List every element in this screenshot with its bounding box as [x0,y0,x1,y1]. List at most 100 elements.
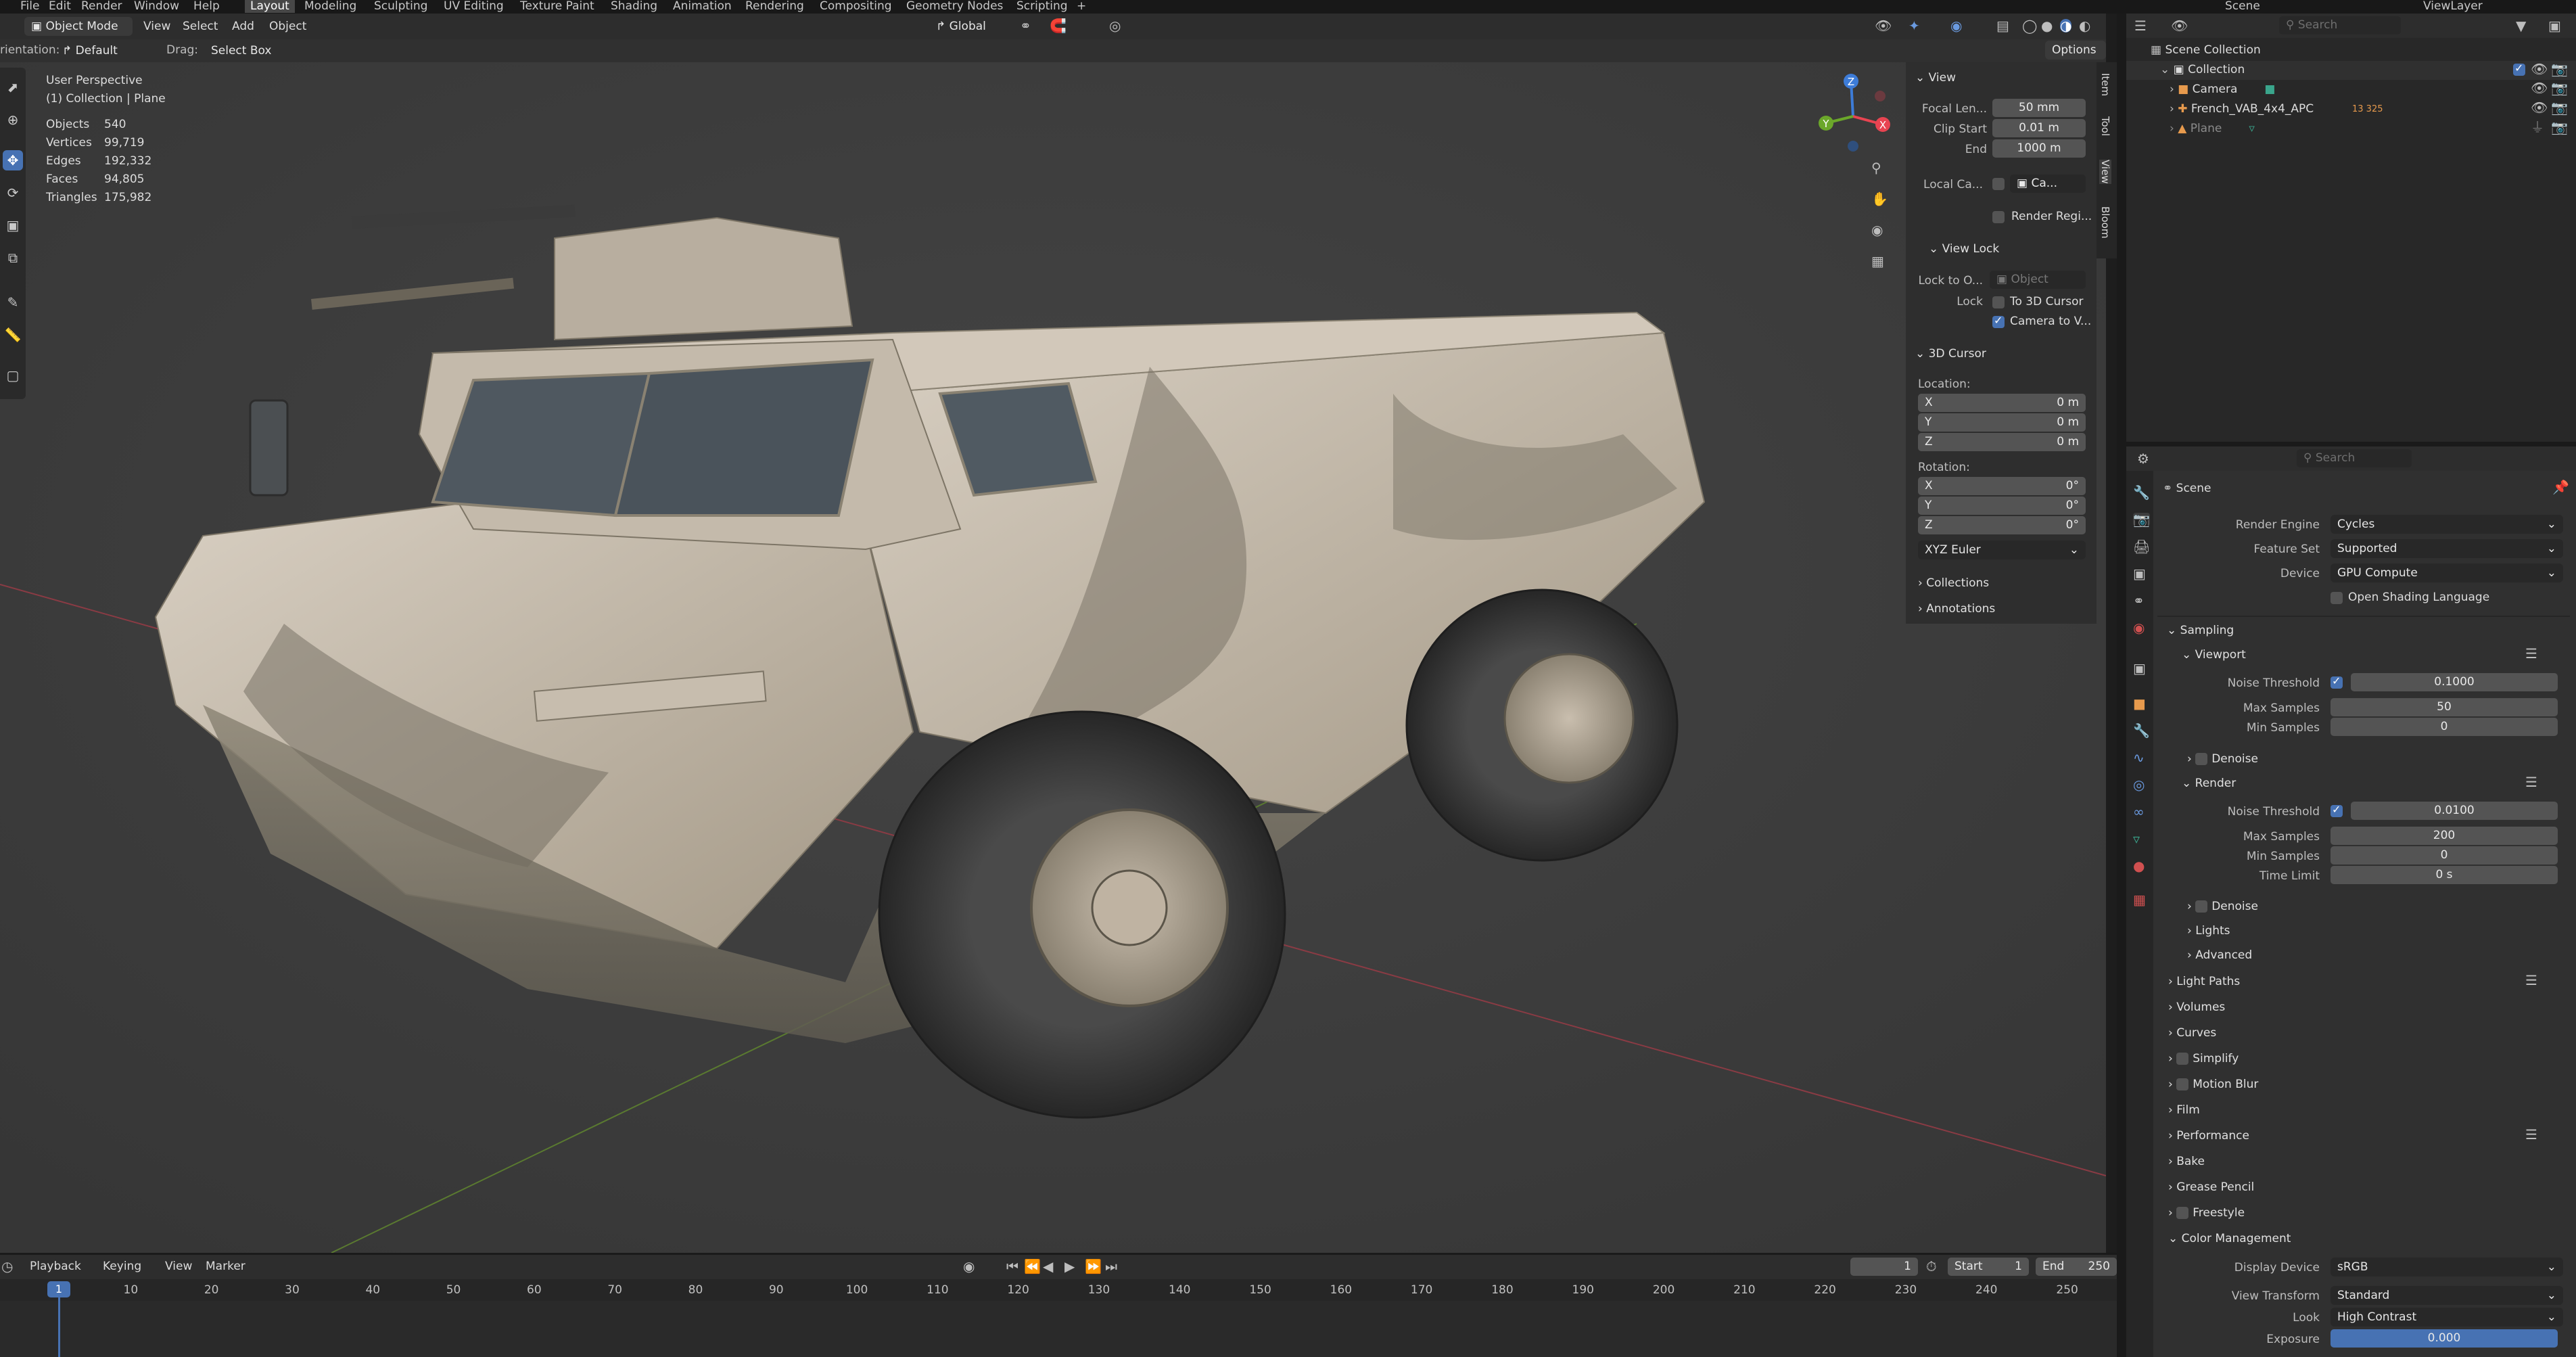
cursor-rotation-y[interactable]: Y 0° [1918,497,2086,515]
presets-list-icon[interactable]: ☰ [2525,647,2537,660]
sidebar-tab-bloom[interactable]: Bloom [2099,206,2111,238]
local-camera-checkbox[interactable] [1992,178,2005,190]
constraints-tab-icon[interactable]: ∞ [2133,805,2145,819]
move-tool-icon[interactable]: ✥ [3,150,23,170]
time-limit-field[interactable]: 0 s [2331,866,2558,884]
pin-icon[interactable]: 📌 [2552,480,2569,494]
tab-uv-editing[interactable]: UV Editing [444,0,504,13]
tab-sculpting[interactable]: Sculpting [374,0,427,13]
apc-render-icon[interactable]: 📷 [2551,101,2568,114]
device-dropdown[interactable]: GPU Compute ⌄ [2331,564,2563,582]
simplify-checkbox[interactable] [2176,1053,2189,1065]
cursor-rotation-z[interactable]: Z 0° [1918,516,2086,534]
tab-modeling[interactable]: Modeling [304,0,356,13]
rotation-mode-dropdown[interactable]: XYZ Euler ⌄ [1918,540,2086,559]
tab-geometry-nodes[interactable]: Geometry Nodes [906,0,1003,13]
motion-blur-checkbox[interactable] [2176,1078,2189,1090]
collection-exclude-checkbox[interactable] [2513,62,2525,76]
color-management-panel-header[interactable]: ⌄ Color Management [2168,1232,2291,1245]
volumes-panel-header[interactable]: › Volumes [2168,1001,2225,1014]
pan-hand-icon[interactable]: ✋ [1871,192,1888,206]
modifier-tab-icon[interactable]: 🔧 [2133,724,2150,737]
prev-keyframe-icon[interactable]: ⏪ [1024,1260,1041,1273]
plane-render-icon[interactable]: 📷 [2551,120,2568,134]
grease-pencil-panel-header[interactable]: › Grease Pencil [2168,1180,2254,1194]
motion-blur-panel-header[interactable]: › Motion Blur [2168,1078,2258,1091]
current-frame-field[interactable]: 1 [1850,1258,1918,1276]
presets-list-icon[interactable]: ☰ [2525,775,2537,789]
outliner-item-plane[interactable]: › ▲ Plane ▿ [2170,122,2255,135]
osl-checkbox[interactable] [2331,592,2343,604]
scene-selector[interactable]: Scene [2225,0,2260,13]
menu-window[interactable]: Window [134,0,179,13]
filter-icon[interactable]: ▼ [2516,19,2526,32]
preview-range-icon[interactable]: ⏱ [1926,1260,1937,1273]
vp-noise-threshold-checkbox[interactable] [2331,674,2343,689]
cursor-location-y[interactable]: Y 0 m [1918,413,2086,432]
play-reverse-icon[interactable]: ◀ [1043,1260,1053,1273]
render-subpanel-header[interactable]: ⌄ Render [2182,777,2236,790]
select-tool-icon[interactable]: ⬈ [3,77,23,97]
cursor-location-x[interactable]: X 0 m [1918,394,2086,412]
r-denoise-checkbox[interactable] [2195,900,2208,913]
cursor-panel-header[interactable]: ⌄ 3D Cursor [1915,347,1986,361]
play-icon[interactable]: ▶ [1064,1260,1075,1273]
add-cube-tool-icon[interactable]: ▢ [3,365,23,386]
camera-to-view-checkbox[interactable] [1992,314,2005,328]
bake-panel-header[interactable]: › Bake [2168,1155,2205,1168]
viewport-menu-object[interactable]: Object [269,20,306,33]
r-noise-threshold-field[interactable]: 0.0100 [2351,802,2558,820]
advanced-subpanel-header[interactable]: › Advanced [2187,948,2252,962]
texture-tab-icon[interactable]: ▦ [2133,893,2146,906]
zoom-icon[interactable]: ⚲ [1871,161,1881,175]
cursor-rotation-x[interactable]: X 0° [1918,477,2086,495]
clip-start-field[interactable]: 0.01 m [1992,119,2086,137]
scale-tool-icon[interactable]: ▣ [3,215,23,235]
vp-noise-threshold-field[interactable]: 0.1000 [2351,673,2558,691]
viewport-menu-view[interactable]: View [143,20,170,33]
feature-set-dropdown[interactable]: Supported ⌄ [2331,539,2563,558]
world-tab-icon[interactable]: ◉ [2133,621,2145,635]
look-dropdown[interactable]: High Contrast ⌄ [2331,1308,2563,1327]
gizmo-toggle-icon[interactable]: ✦ [1908,19,1920,32]
focal-length-field[interactable]: 50 mm [1992,99,2086,117]
freestyle-panel-header[interactable]: › Freestyle [2168,1206,2245,1220]
timeline-menu-view[interactable]: View [165,1260,192,1273]
orientation-default-dropdown[interactable]: ↱ Default [55,41,157,60]
tab-shading[interactable]: Shading [611,0,657,13]
particles-tab-icon[interactable]: ∿ [2133,751,2145,764]
menu-edit[interactable]: Edit [49,0,71,13]
lock-to-cursor-checkbox[interactable] [1992,296,2005,308]
outliner-editor-icon[interactable]: ☰ [2134,19,2147,32]
material-tab-icon[interactable]: ● [2133,859,2145,873]
gizmo-neg-z-icon[interactable] [1848,141,1858,152]
scene-tab-icon[interactable]: ⚭ [2133,594,2145,607]
display-device-dropdown[interactable]: sRGB ⌄ [2331,1258,2563,1276]
shading-rendered-icon[interactable]: ◐ [2079,19,2090,32]
navigation-gizmo[interactable]: Z X Y [1812,69,1894,157]
view-panel-header[interactable]: ⌄ View [1915,71,1956,85]
properties-editor-icon[interactable]: ⚙ [2137,452,2149,465]
sidebar-tab-view[interactable]: View [2099,160,2111,184]
add-workspace-button[interactable]: + [1077,0,1086,13]
gizmo-neg-x-icon[interactable] [1875,91,1886,101]
vp-denoise-checkbox[interactable] [2195,753,2208,765]
view-lock-header[interactable]: ⌄ View Lock [1929,242,1999,256]
light-paths-panel-header[interactable]: › Light Paths [2168,975,2240,988]
vp-max-samples-field[interactable]: 50 [2331,698,2558,716]
tab-animation[interactable]: Animation [673,0,732,13]
tab-rendering[interactable]: Rendering [745,0,804,13]
presets-list-icon[interactable]: ☰ [2525,1128,2537,1141]
snap-icon[interactable]: 🧲 [1050,19,1067,32]
end-frame-field[interactable]: End 250 [2036,1258,2117,1276]
3d-viewport[interactable]: User Perspective (1) Collection | Plane … [0,15,2106,1253]
sampling-panel-header[interactable]: ⌄ Sampling [2167,624,2234,637]
r-denoise-subpanel-header[interactable]: › Denoise [2187,900,2258,913]
cursor-location-z[interactable]: Z 0 m [1918,433,2086,451]
playhead-line[interactable] [58,1292,60,1357]
physics-tab-icon[interactable]: ◎ [2133,778,2145,791]
sidebar-tab-item[interactable]: Item [2099,73,2111,96]
outliner-collection[interactable]: ⌄ ▣ Collection [2160,63,2245,76]
perspective-grid-icon[interactable]: ▦ [1871,254,1884,268]
measure-tool-icon[interactable]: 📏 [3,325,23,345]
